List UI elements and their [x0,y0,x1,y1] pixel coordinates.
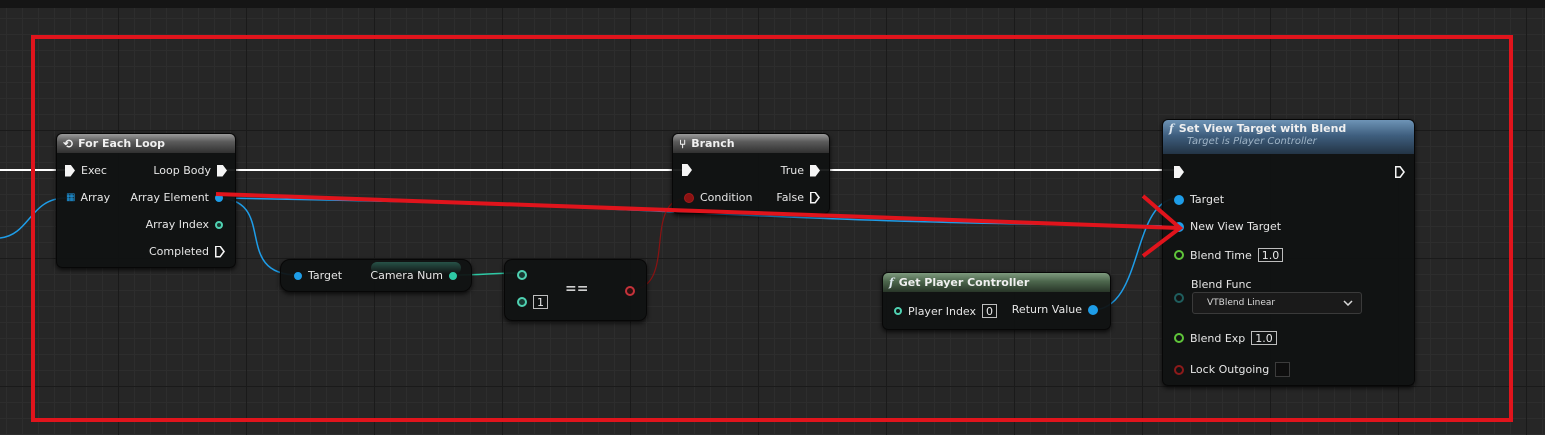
completed-arrow-icon [215,246,225,258]
branch-title: Branch [691,137,735,150]
set-view-exec-out-pin[interactable] [1395,166,1405,178]
camera-num-node[interactable]: Target Camera Num [280,259,472,292]
for-each-loop-header[interactable]: ⟲ For Each Loop [57,134,235,153]
camera-target-pin[interactable]: Target [294,269,342,282]
branch-true-label: True [780,164,804,177]
completed-label: Completed [149,245,209,258]
get-player-controller-node[interactable]: f Get Player Controller Player Index 0 R… [882,272,1111,330]
new-view-target-label: New View Target [1190,220,1282,233]
branch-false-arrow-icon [810,192,820,204]
array-grid-icon: ▦ [66,192,76,203]
blend-time-pin[interactable]: Blend Time 1.0 [1174,248,1284,262]
set-view-target-title: Set View Target with Blend [1178,122,1347,135]
camera-num-output-pin[interactable]: Camera Num [370,269,457,282]
blend-time-label: Blend Time [1190,248,1252,262]
array-index-pin[interactable]: Array Index [146,218,223,231]
loop-body-label: Loop Body [153,164,211,177]
editor-top-bar [0,0,1545,8]
set-view-exec-out-arrow-icon [1395,166,1405,178]
branch-condition-pin[interactable]: Condition [684,191,753,204]
lock-outgoing-dot-icon [1174,364,1184,375]
player-index-label: Player Index [908,304,977,318]
exec-in-arrow-icon [65,164,75,177]
function-icon: f [1169,122,1174,135]
branch-icon: ⑂ [679,136,687,151]
player-index-pin[interactable]: Player Index 0 [894,304,998,318]
equals-value-field[interactable]: 1 [533,295,548,309]
branch-exec-in-pin[interactable] [682,164,692,176]
set-view-target-dot-icon [1174,194,1184,205]
branch-node[interactable]: ⑂ Branch True Condition False [672,133,830,214]
set-view-target-subtitle: Target is Player Controller [1187,136,1317,147]
condition-dot-icon [684,192,694,203]
new-view-target-dot-icon [1174,221,1184,232]
function-icon: f [889,276,894,289]
return-value-pin[interactable]: Return Value [1012,303,1098,316]
set-view-exec-in-pin[interactable] [1174,166,1184,178]
exec-in-pin[interactable]: Exec [65,164,107,177]
set-view-exec-in-arrow-icon [1174,166,1184,178]
get-player-controller-header[interactable]: f Get Player Controller [883,273,1110,292]
camera-num-label: Camera Num [370,269,443,282]
camera-num-dot-icon [449,271,457,280]
for-each-loop-node[interactable]: ⟲ For Each Loop Exec Loop Body ▦ Array A… [56,133,236,268]
branch-false-label: False [776,191,804,204]
new-view-target-pin[interactable]: New View Target [1174,220,1281,233]
blend-exp-pin[interactable]: Blend Exp 1.0 [1174,331,1277,345]
set-view-target-label: Target [1190,193,1225,206]
blend-exp-dot-icon [1174,333,1184,343]
completed-pin[interactable]: Completed [149,245,225,258]
equals-input-b-pin[interactable]: 1 [517,295,548,309]
player-index-field[interactable]: 0 [982,304,998,318]
set-view-target-header[interactable]: f Set View Target with Blend Target is P… [1163,120,1414,154]
blend-func-value: VTBlend Linear [1207,298,1276,308]
loop-body-pin[interactable]: Loop Body [153,164,227,177]
branch-exec-in-arrow-icon [682,164,692,176]
blend-time-field[interactable]: 1.0 [1257,248,1284,262]
array-element-pin[interactable]: Array Element [130,191,223,204]
array-label: Array [80,191,111,204]
return-value-dot-icon [1088,304,1098,315]
lock-outgoing-checkbox[interactable] [1275,362,1291,377]
set-view-target-node[interactable]: f Set View Target with Blend Target is P… [1162,119,1415,386]
array-pin[interactable]: ▦ Array [66,191,110,204]
for-each-loop-title: For Each Loop [78,137,166,150]
blend-exp-field[interactable]: 1.0 [1251,331,1277,345]
blend-exp-label: Blend Exp [1190,331,1246,345]
equals-input-b-dot-icon [517,297,527,307]
array-index-label: Array Index [145,218,209,231]
blend-time-dot-icon [1174,250,1184,260]
camera-target-label: Target [308,269,343,282]
equals-output-dot-icon[interactable] [625,286,635,296]
set-view-target-pin[interactable]: Target [1174,193,1224,206]
array-element-dot-icon [215,193,223,202]
dropdown-chevron-icon [1343,300,1353,306]
branch-true-arrow-icon [810,164,820,177]
player-index-dot-icon [894,307,902,315]
array-element-label: Array Element [130,191,209,204]
equals-operator: == [565,281,589,297]
branch-true-pin[interactable]: True [781,164,820,177]
lock-outgoing-pin[interactable]: Lock Outgoing [1174,362,1291,377]
exec-in-label: Exec [81,164,107,177]
branch-false-pin[interactable]: False [776,191,820,204]
blend-func-dropdown[interactable]: VTBlend Linear [1192,292,1362,314]
equals-input-a-dot-icon[interactable] [517,270,527,280]
camera-target-dot-icon [294,271,302,280]
loop-icon: ⟲ [63,136,74,151]
array-index-dot-icon [215,220,223,229]
blend-func-label: Blend Func [1191,278,1252,291]
blend-func-dot-icon[interactable] [1174,293,1184,303]
loop-body-arrow-icon [217,164,227,177]
equals-node[interactable]: 1 == [504,259,647,321]
return-value-label: Return Value [1011,303,1082,316]
get-player-controller-title: Get Player Controller [898,276,1030,289]
condition-label: Condition [700,191,753,204]
branch-header[interactable]: ⑂ Branch [673,134,829,153]
lock-outgoing-label: Lock Outgoing [1190,363,1270,376]
